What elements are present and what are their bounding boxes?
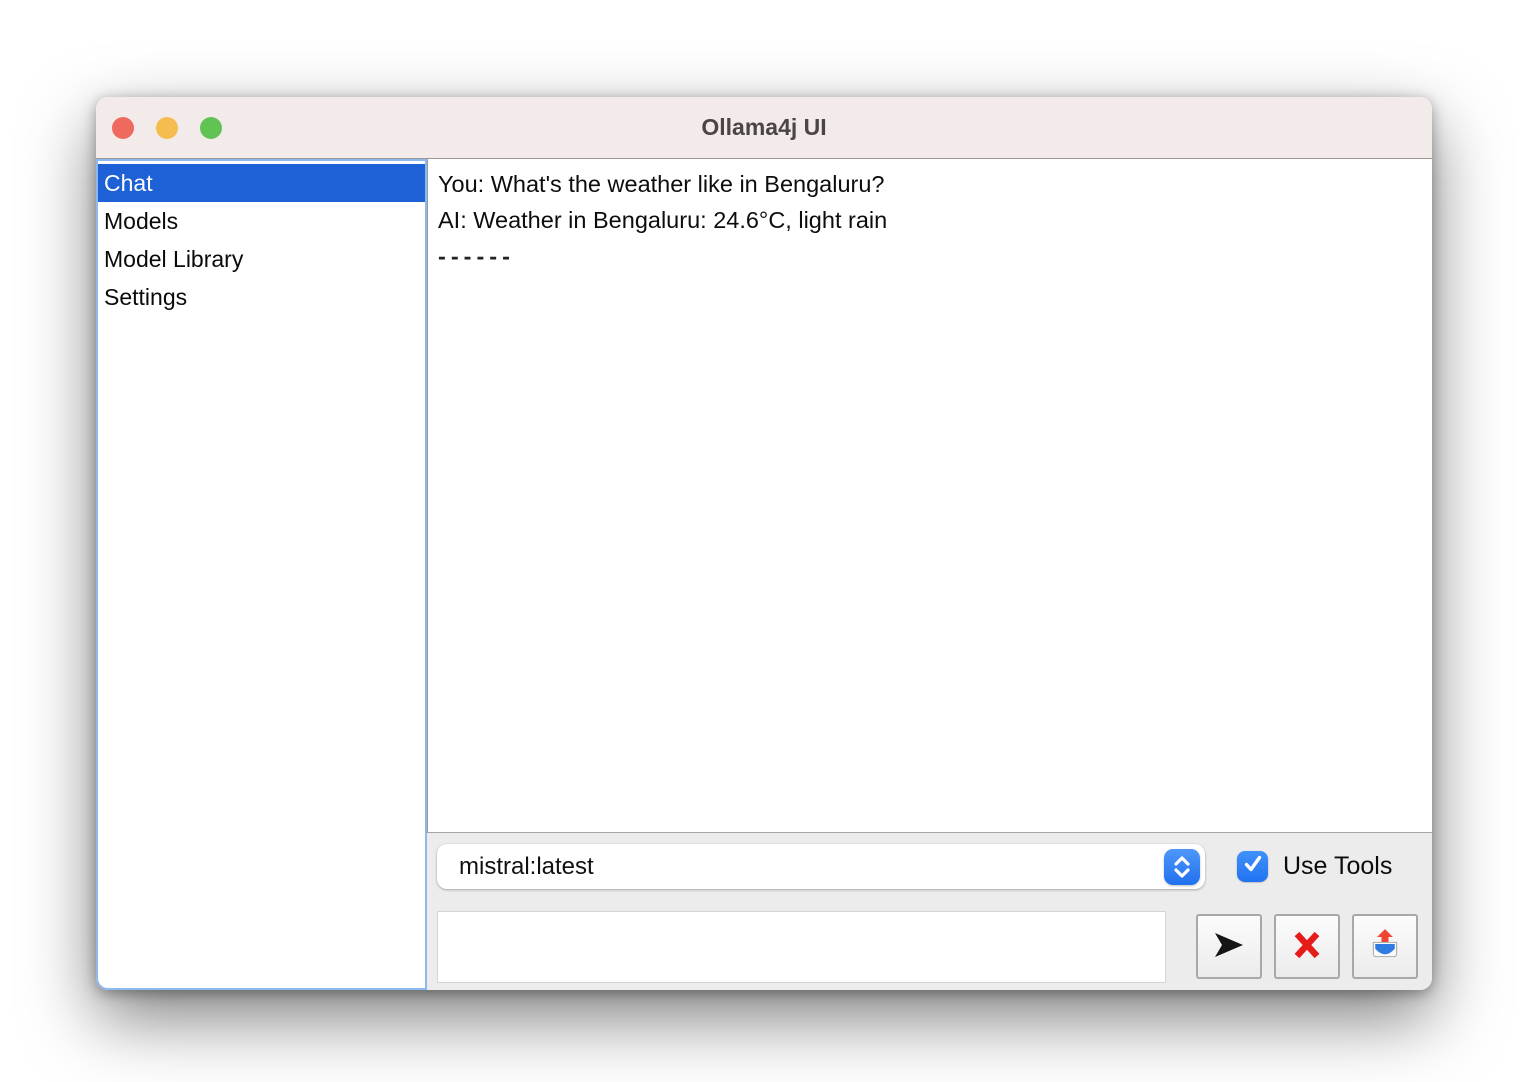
sidebar-item-settings[interactable]: Settings [98, 278, 425, 316]
chat-ai-message: AI: Weather in Bengaluru: 24.6°C, light … [438, 202, 1422, 238]
desktop: { "window": { "title": "Ollama4j UI", "t… [0, 0, 1530, 1082]
app-window: Ollama4j UI Chat Models Model Library Se… [96, 97, 1432, 990]
close-button[interactable] [112, 117, 134, 139]
sidebar-item-model-library[interactable]: Model Library [98, 240, 425, 278]
sidebar-item-models[interactable]: Models [98, 202, 425, 240]
title-bar[interactable]: Ollama4j UI [96, 97, 1432, 159]
message-input[interactable] [437, 911, 1166, 983]
outbox-tray-icon [1367, 927, 1403, 966]
use-tools-label: Use Tools [1283, 852, 1392, 881]
use-tools-checkbox[interactable] [1237, 851, 1268, 882]
send-arrow-icon [1212, 930, 1246, 963]
red-x-icon [1291, 929, 1323, 964]
model-select[interactable]: mistral:latest [437, 844, 1205, 889]
window-title: Ollama4j UI [701, 114, 826, 141]
stepper-icon[interactable] [1164, 849, 1200, 885]
traffic-lights [112, 97, 222, 158]
sidebar-item-chat[interactable]: Chat [98, 164, 425, 202]
send-button[interactable] [1196, 914, 1262, 979]
sidebar-nav-list: Chat Models Model Library Settings [96, 159, 427, 990]
chat-transcript[interactable]: You: What's the weather like in Bengalur… [427, 159, 1432, 833]
stop-button[interactable] [1274, 914, 1340, 979]
chat-separator: ------ [438, 238, 1422, 274]
chat-controls-panel: mistral:latest [427, 833, 1432, 990]
upload-button[interactable] [1352, 914, 1418, 979]
chat-user-message: You: What's the weather like in Bengalur… [438, 166, 1422, 202]
minimize-button[interactable] [156, 117, 178, 139]
model-row: mistral:latest [437, 844, 1418, 889]
use-tools-group: Use Tools [1237, 851, 1392, 882]
main-panel: You: What's the weather like in Bengalur… [427, 159, 1432, 990]
zoom-button[interactable] [200, 117, 222, 139]
model-select-value: mistral:latest [459, 853, 594, 881]
message-row [437, 911, 1418, 983]
checkmark-icon [1242, 853, 1264, 880]
window-body: Chat Models Model Library Settings You: … [96, 159, 1432, 990]
